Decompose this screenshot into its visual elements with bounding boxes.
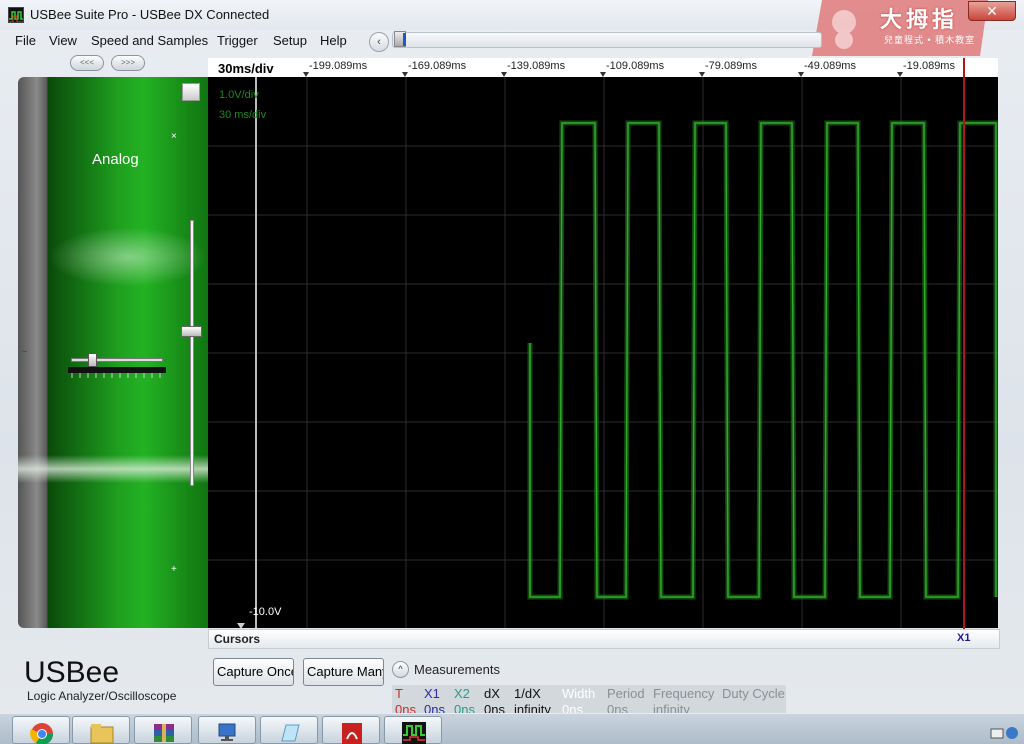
channel-label: Analog [92, 151, 139, 168]
notes-taskbar-button[interactable] [260, 716, 318, 744]
measurement-heading: Period [607, 686, 645, 701]
close-button[interactable]: ✕ [968, 1, 1016, 21]
scroll-left-button[interactable]: ‹ [369, 32, 389, 52]
winrar-icon [154, 724, 174, 742]
measurement-heading: X1 [424, 686, 440, 701]
usbee-taskbar-button[interactable] [384, 716, 442, 744]
volts-per-division: 1.0V/div [219, 89, 259, 101]
x1-cursor-marker[interactable]: X1 [957, 632, 970, 644]
zoom-in-icon[interactable]: + [171, 564, 177, 575]
pdf-icon [342, 723, 362, 744]
menu-help[interactable]: Help [320, 33, 347, 48]
usbee-app-icon [8, 7, 24, 23]
network-taskbar-button[interactable] [198, 716, 256, 744]
cursors-bar [208, 629, 1000, 649]
time-label: -199.089ms [309, 60, 368, 72]
panel-glare-band [18, 455, 208, 483]
ms-per-division: 30 ms/div [219, 109, 267, 121]
brand-subtitle: Logic Analyzer/Oscilloscope [27, 689, 177, 703]
time-label: -49.089ms [804, 60, 856, 72]
network-icon [218, 723, 236, 741]
usbee-icon [402, 722, 426, 744]
offset-voltage: -10.0V [249, 606, 282, 618]
notes-icon [281, 724, 300, 742]
measurement-heading: T [395, 686, 403, 701]
tray-icons [990, 726, 1018, 743]
panel-glare [48, 227, 208, 287]
capture-many-button[interactable]: Capture Many [303, 658, 384, 686]
analog-channel-panel: Analog × + [18, 77, 208, 628]
menu-file[interactable]: File [15, 33, 36, 48]
measurement-heading: X2 [454, 686, 470, 701]
winrar-taskbar-button[interactable] [134, 716, 192, 744]
measurement-heading: Frequency [653, 686, 715, 701]
prev-page-button[interactable]: <<< [70, 55, 104, 71]
coupling-icon[interactable]: ~ [21, 346, 27, 358]
menu-speed-and-samples[interactable]: Speed and Samples [91, 33, 208, 48]
gain-slider-scale [68, 367, 166, 378]
window-title: USBee Suite Pro - USBee DX Connected [30, 7, 270, 22]
keyboard-icon [990, 727, 1018, 739]
pdf-taskbar-button[interactable] [322, 716, 380, 744]
oscilloscope-display[interactable] [208, 77, 999, 629]
cursors-label: Cursors [214, 632, 261, 646]
capture-position-marker [403, 33, 406, 46]
measurement-heading: Width [562, 686, 596, 701]
time-per-division: 30ms/div [218, 61, 274, 76]
brand-name: USBee [24, 656, 120, 689]
gain-slider-thumb[interactable] [88, 353, 97, 367]
chrome-icon [30, 723, 53, 744]
time-label: -139.089ms [507, 60, 566, 72]
offset-slider-track[interactable] [190, 220, 194, 486]
folder-icon [90, 724, 114, 744]
menu-view[interactable]: View [49, 33, 77, 48]
scope-grid [208, 77, 998, 628]
offset-slider-thumb[interactable] [181, 326, 202, 337]
menu-trigger[interactable]: Trigger [217, 33, 258, 48]
measurement-heading: Duty Cycle [722, 686, 785, 701]
explorer-taskbar-button[interactable] [72, 716, 130, 744]
measurement-heading: 1/dX [514, 686, 541, 701]
time-label: -79.089ms [705, 60, 757, 72]
gain-slider-track[interactable] [71, 358, 163, 362]
next-page-button[interactable]: >>> [111, 55, 145, 71]
menu-setup[interactable]: Setup [273, 33, 307, 48]
trigger-level-marker[interactable] [237, 623, 245, 629]
capture-once-button[interactable]: Capture Once [213, 658, 294, 686]
zoom-out-icon[interactable]: × [171, 131, 177, 142]
x2-cursor-line[interactable] [255, 77, 257, 628]
time-label: -19.089ms [903, 60, 955, 72]
trigger-cursor-line[interactable] [963, 58, 965, 648]
waveform-canvas [208, 77, 999, 629]
measurement-heading: dX [484, 686, 500, 701]
time-label: -169.089ms [408, 60, 467, 72]
chrome-taskbar-button[interactable] [12, 716, 70, 744]
measurements-title: Measurements [414, 662, 500, 677]
channel-options-button[interactable] [182, 83, 200, 101]
measurements-toggle-button[interactable]: ^ [392, 661, 409, 678]
capture-scrollbar[interactable] [392, 32, 822, 48]
time-label: -109.089ms [606, 60, 665, 72]
